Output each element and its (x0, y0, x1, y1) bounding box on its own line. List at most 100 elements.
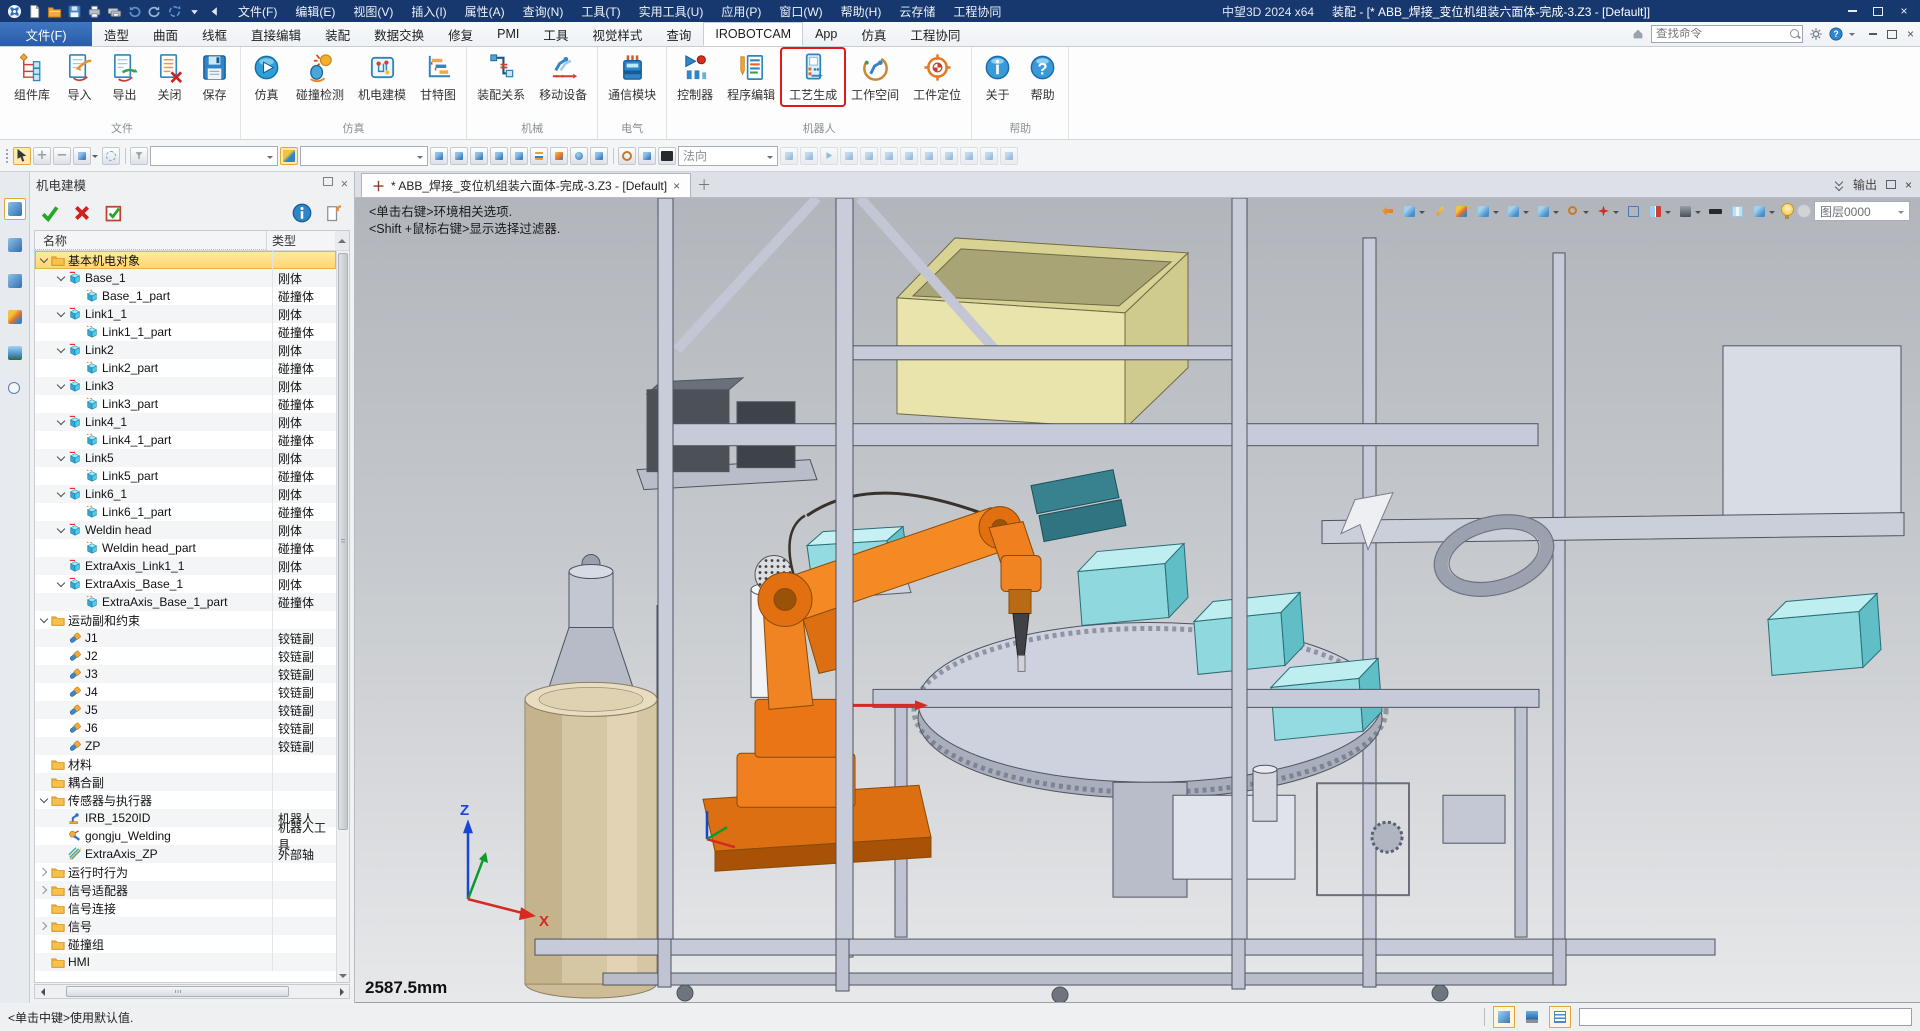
tree-row[interactable]: 信号适配器 (35, 881, 336, 899)
tree-row[interactable]: J4 铰链副 (35, 683, 336, 701)
sep-icon[interactable] (610, 147, 616, 165)
tree-row[interactable]: ExtraAxis_ZP 外部轴 (35, 845, 336, 863)
ribbon-button-export[interactable]: 导出 (102, 49, 147, 105)
tree-row[interactable]: Link3 刚体 (35, 377, 336, 395)
expander-icon[interactable] (71, 467, 84, 485)
tree-row[interactable]: Weldin head 刚体 (35, 521, 336, 539)
ribbon-tab[interactable]: PMI (485, 22, 531, 46)
ribbon-button-collision[interactable]: 碰撞检测 (289, 49, 351, 105)
polyline-tool-icon[interactable] (880, 147, 898, 165)
tree-row[interactable]: J3 铰链副 (35, 665, 336, 683)
expander-icon[interactable] (54, 809, 67, 827)
tree-row[interactable]: 信号连接 (35, 899, 336, 917)
ribbon-tab[interactable]: App (803, 22, 849, 46)
minimize-icon[interactable] (1846, 5, 1858, 17)
expand-output-icon[interactable] (1834, 179, 1844, 191)
expander-icon[interactable] (54, 647, 67, 665)
dark-display-icon[interactable] (658, 147, 676, 165)
arc-tool-icon[interactable] (980, 147, 998, 165)
remove-icon[interactable] (53, 147, 71, 165)
tree-row[interactable]: Base_1 刚体 (35, 269, 336, 287)
undo-icon[interactable] (126, 3, 143, 20)
align-a-icon[interactable] (430, 147, 448, 165)
tree-row[interactable]: gongju_Welding 机器人工具 (35, 827, 336, 845)
log-document-icon[interactable] (1549, 1006, 1571, 1028)
tree-row[interactable]: J5 铰链副 (35, 701, 336, 719)
pencil-edit-icon[interactable] (1430, 202, 1449, 221)
menu-item[interactable]: 应用(P) (712, 0, 770, 22)
tree-row[interactable]: J2 铰链副 (35, 647, 336, 665)
expander-icon[interactable] (37, 881, 50, 899)
scroll-up-icon[interactable] (335, 231, 349, 250)
tree-row[interactable]: ExtraAxis_Base_1_part 碰撞体 (35, 593, 336, 611)
expander-icon[interactable] (37, 755, 50, 773)
output-restore-icon[interactable] (1886, 180, 1896, 189)
ribbon-button-close-doc[interactable]: 关闭 (147, 49, 192, 105)
sep-icon[interactable] (122, 147, 128, 165)
close-icon[interactable]: × (1898, 5, 1910, 17)
tree-row[interactable]: 运行时行为 (35, 863, 336, 881)
expander-icon[interactable] (71, 431, 84, 449)
expander-icon[interactable] (71, 323, 84, 341)
expander-icon[interactable] (71, 359, 84, 377)
tree-row[interactable]: ExtraAxis_Link1_1 刚体 (35, 557, 336, 575)
expander-icon[interactable] (54, 683, 67, 701)
gear-icon[interactable] (1809, 27, 1823, 41)
ribbon-button-program-edit[interactable]: 程序编辑 (720, 49, 782, 105)
expander-icon[interactable] (54, 701, 67, 719)
assembly-tab-icon[interactable] (4, 270, 26, 292)
pick-cursor-icon[interactable] (510, 147, 528, 165)
fit-window-icon[interactable] (1624, 202, 1643, 221)
document-tab[interactable]: ＋ * ABB_焊接_变位机组装六面体-完成-3.Z3 - [Default] … (361, 173, 691, 197)
restore-icon[interactable] (1872, 5, 1884, 17)
menu-item[interactable]: 属性(A) (456, 0, 514, 22)
add-icon[interactable] (33, 147, 51, 165)
h-scrollbar-thumb[interactable] (66, 986, 289, 997)
expander-icon[interactable] (54, 269, 67, 287)
drag-handle-icon[interactable] (4, 147, 11, 165)
tree-row[interactable]: Link6_1 刚体 (35, 485, 336, 503)
ribbon-button-workpiece-locate[interactable]: 工件定位 (906, 49, 968, 105)
collapse-left-icon[interactable] (206, 3, 223, 20)
column-name[interactable]: 名称 (35, 231, 266, 250)
expander-icon[interactable] (37, 791, 50, 809)
expander-icon[interactable] (54, 449, 67, 467)
tree-row[interactable]: 碰撞组 (35, 935, 336, 953)
point-dots-icon[interactable] (840, 147, 858, 165)
output-panel-label[interactable]: 输出 (1853, 176, 1877, 193)
expander-icon[interactable] (37, 773, 50, 791)
scroll-right-icon[interactable] (335, 985, 349, 998)
lasso-icon[interactable] (102, 147, 120, 165)
tree-row[interactable]: Base_1_part 碰撞体 (35, 287, 336, 305)
align-b-icon[interactable] (450, 147, 468, 165)
expander-icon[interactable] (54, 575, 67, 593)
menu-item[interactable]: 视图(V) (344, 0, 402, 22)
ribbon-tab[interactable]: 造型 (92, 22, 141, 46)
ribbon-tab[interactable]: 仿真 (849, 22, 898, 46)
select-filter-icon[interactable] (13, 147, 31, 165)
tree-row[interactable]: J1 铰链副 (35, 629, 336, 647)
tree-row[interactable]: Link4_1 刚体 (35, 413, 336, 431)
ribbon-tab[interactable]: 曲面 (141, 22, 190, 46)
expander-icon[interactable] (54, 557, 67, 575)
tree-row[interactable]: ZP 铰链副 (35, 737, 336, 755)
scroll-down-icon[interactable] (337, 969, 349, 982)
expander-icon[interactable] (71, 539, 84, 557)
tree-row[interactable]: Link6_1_part 碰撞体 (35, 503, 336, 521)
ribbon-button-component-library[interactable]: 组件库 (7, 49, 57, 105)
view-plane-icon[interactable] (1400, 202, 1419, 221)
menu-item[interactable]: 工具(T) (572, 0, 629, 22)
analysis-chart-icon[interactable] (590, 147, 608, 165)
expander-icon[interactable] (54, 665, 67, 683)
tree-row[interactable]: Weldin head_part 碰撞体 (35, 539, 336, 557)
tree-row[interactable]: Link3_part 碰撞体 (35, 395, 336, 413)
expander-icon[interactable] (54, 341, 67, 359)
tree-row[interactable]: Link1_1_part 碰撞体 (35, 323, 336, 341)
mechatronics-tab-icon[interactable] (4, 198, 26, 220)
expander-icon[interactable] (37, 863, 50, 881)
exit-environment-icon[interactable] (1378, 202, 1397, 221)
redo-icon[interactable] (146, 3, 163, 20)
visual-tab-icon[interactable] (4, 342, 26, 364)
save-file-icon[interactable] (66, 3, 83, 20)
tree-row[interactable]: J6 铰链副 (35, 719, 336, 737)
